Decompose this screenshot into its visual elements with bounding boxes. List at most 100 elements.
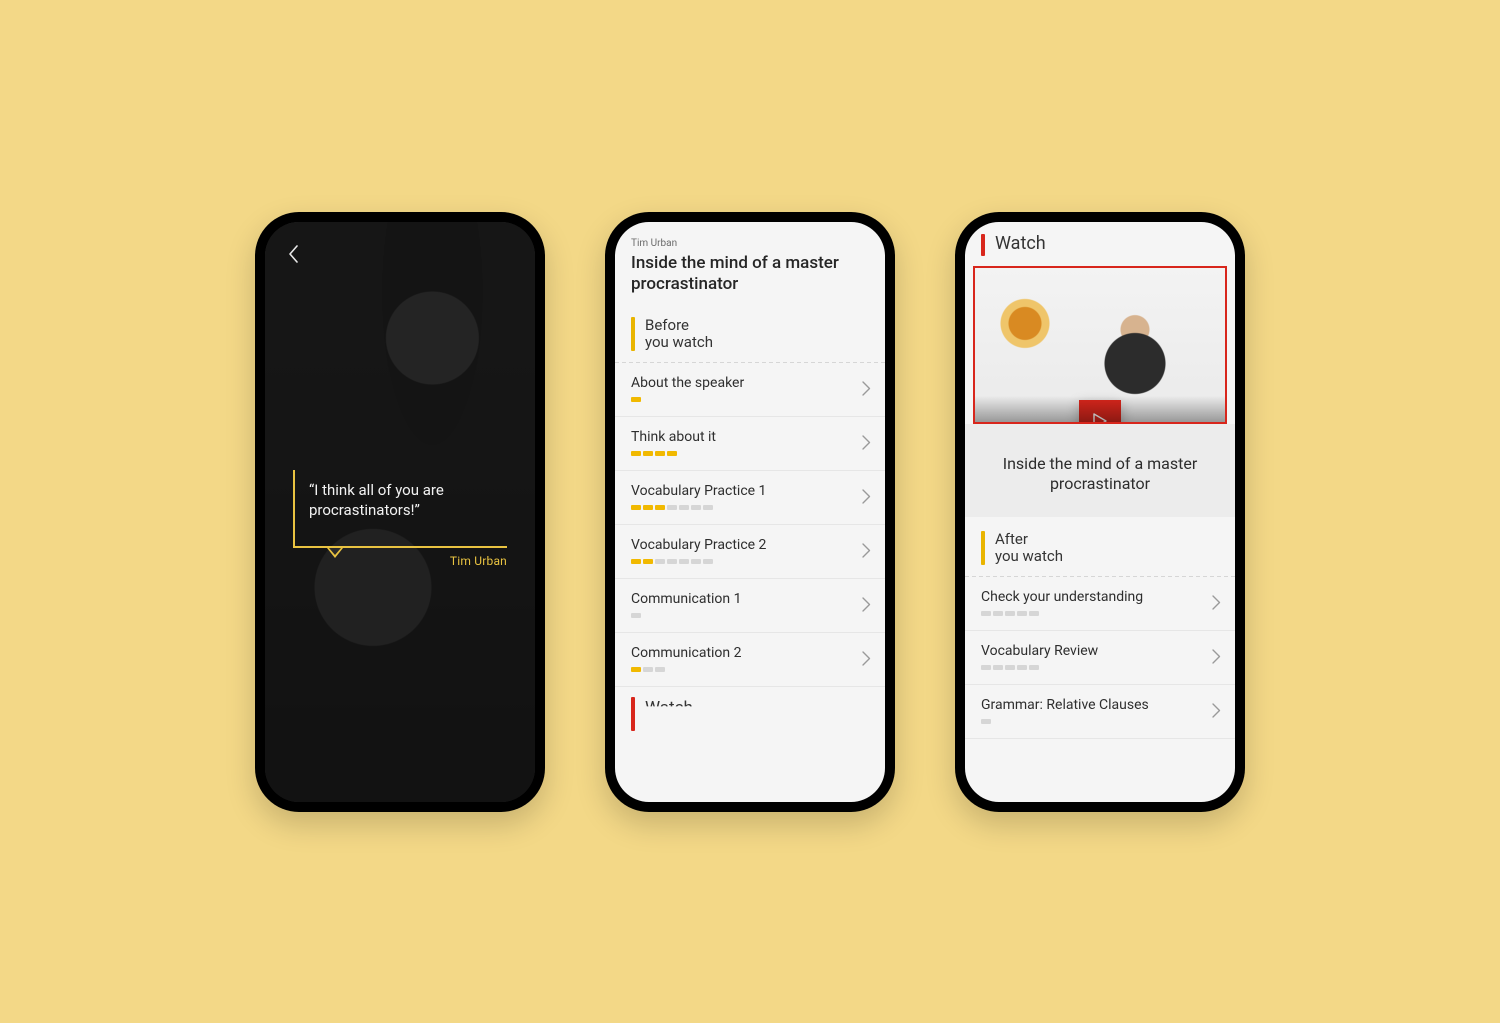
video-title: Inside the mind of a master procrastinat… (965, 424, 1235, 518)
section-label: Watch (645, 699, 693, 719)
progress-segment (1005, 665, 1015, 670)
chevron-right-icon (1212, 703, 1221, 718)
section-label: Before you watch (645, 317, 713, 352)
activity-row[interactable]: Check your understanding (965, 577, 1235, 631)
chevron-right-icon (862, 435, 871, 450)
activity-row[interactable]: Vocabulary Practice 1 (615, 471, 885, 525)
progress-segment (667, 451, 677, 456)
quote-text: “I think all of you are procrastinators!… (293, 470, 483, 521)
activity-row[interactable]: Vocabulary Practice 2 (615, 525, 885, 579)
activity-label: Vocabulary Practice 1 (631, 483, 766, 499)
progress-segment (1017, 665, 1027, 670)
activity-row[interactable]: Grammar: Relative Clauses (965, 685, 1235, 739)
section-label: Watch (995, 234, 1046, 255)
lesson-header: Tim Urban Inside the mind of a master pr… (615, 222, 885, 304)
progress-segment (691, 559, 701, 564)
progress-segment (655, 505, 665, 510)
section-accent-bar (981, 531, 985, 565)
section-header-watch: Watch (965, 222, 1235, 266)
video-thumbnail-wrap (965, 266, 1235, 424)
progress-segment (1005, 611, 1015, 616)
activity-label: Vocabulary Review (981, 643, 1098, 659)
progress-segment (981, 665, 991, 670)
progress-segments (981, 719, 1149, 724)
progress-segment (993, 611, 1003, 616)
activity-label: Check your understanding (981, 589, 1143, 605)
progress-segment (981, 719, 991, 724)
progress-segment (631, 613, 641, 618)
activity-row[interactable]: Think about it (615, 417, 885, 471)
activity-label: Communication 1 (631, 591, 742, 607)
progress-segment (703, 505, 713, 510)
progress-segments (631, 505, 766, 510)
quote-block: “I think all of you are procrastinators!… (293, 470, 507, 521)
progress-segments (631, 613, 742, 618)
section-accent-bar (981, 234, 985, 256)
progress-segment (655, 451, 665, 456)
phone-quote: “I think all of you are procrastinators!… (255, 212, 545, 812)
quote-rule-vertical (293, 470, 295, 548)
chevron-left-icon (288, 245, 299, 263)
play-icon (1093, 413, 1107, 424)
chevron-right-icon (862, 597, 871, 612)
activity-row[interactable]: Communication 1 (615, 579, 885, 633)
chevron-right-icon (1212, 649, 1221, 664)
activity-label: About the speaker (631, 375, 744, 391)
progress-segment (643, 559, 653, 564)
video-thumbnail[interactable] (973, 266, 1227, 424)
activity-label: Communication 2 (631, 645, 742, 661)
progress-segment (667, 505, 677, 510)
activity-label: Think about it (631, 429, 716, 445)
progress-segment (1017, 611, 1027, 616)
section-label: After you watch (995, 531, 1063, 566)
section-accent-bar (631, 317, 635, 351)
activity-row[interactable]: Vocabulary Review (965, 631, 1235, 685)
quote-screen: “I think all of you are procrastinators!… (265, 222, 535, 802)
progress-segment (703, 559, 713, 564)
activity-row[interactable]: Communication 2 (615, 633, 885, 687)
progress-segments (981, 665, 1098, 670)
speaker-name: Tim Urban (631, 238, 869, 249)
chevron-right-icon (862, 489, 871, 504)
progress-segment (655, 667, 665, 672)
progress-segments (631, 559, 766, 564)
progress-segment (631, 397, 641, 402)
progress-segment (993, 665, 1003, 670)
quote-author: Tim Urban (450, 554, 507, 568)
progress-segments (631, 451, 716, 456)
progress-segment (1029, 611, 1039, 616)
play-button[interactable] (1079, 400, 1121, 424)
progress-segment (679, 559, 689, 564)
progress-segment (655, 559, 665, 564)
progress-segments (981, 611, 1143, 616)
progress-segment (631, 505, 641, 510)
activity-label: Grammar: Relative Clauses (981, 697, 1149, 713)
progress-segment (679, 505, 689, 510)
section-header-after: After you watch (965, 517, 1235, 576)
progress-segments (631, 397, 744, 402)
progress-segment (631, 667, 641, 672)
chevron-right-icon (862, 381, 871, 396)
progress-segment (691, 505, 701, 510)
chevron-right-icon (862, 543, 871, 558)
progress-segment (643, 451, 653, 456)
phone-watch: Watch Inside the mind of a master procra… (955, 212, 1245, 812)
progress-segment (643, 505, 653, 510)
activity-label: Vocabulary Practice 2 (631, 537, 766, 553)
progress-segment (1029, 665, 1039, 670)
chevron-right-icon (1212, 595, 1221, 610)
progress-segment (643, 667, 653, 672)
progress-segment (981, 611, 991, 616)
quote-rule-horizontal (293, 546, 507, 548)
section-accent-bar (631, 697, 635, 731)
section-header-before: Before you watch (615, 303, 885, 362)
activity-row[interactable]: About the speaker (615, 363, 885, 417)
progress-segment (667, 559, 677, 564)
back-button[interactable] (279, 240, 307, 268)
lesson-screen: Tim Urban Inside the mind of a master pr… (615, 222, 885, 802)
phone-before-watch: Tim Urban Inside the mind of a master pr… (605, 212, 895, 812)
section-header-watch-peek: Watch (615, 687, 885, 731)
chevron-right-icon (862, 651, 871, 666)
progress-segments (631, 667, 742, 672)
watch-screen: Watch Inside the mind of a master procra… (965, 222, 1235, 802)
